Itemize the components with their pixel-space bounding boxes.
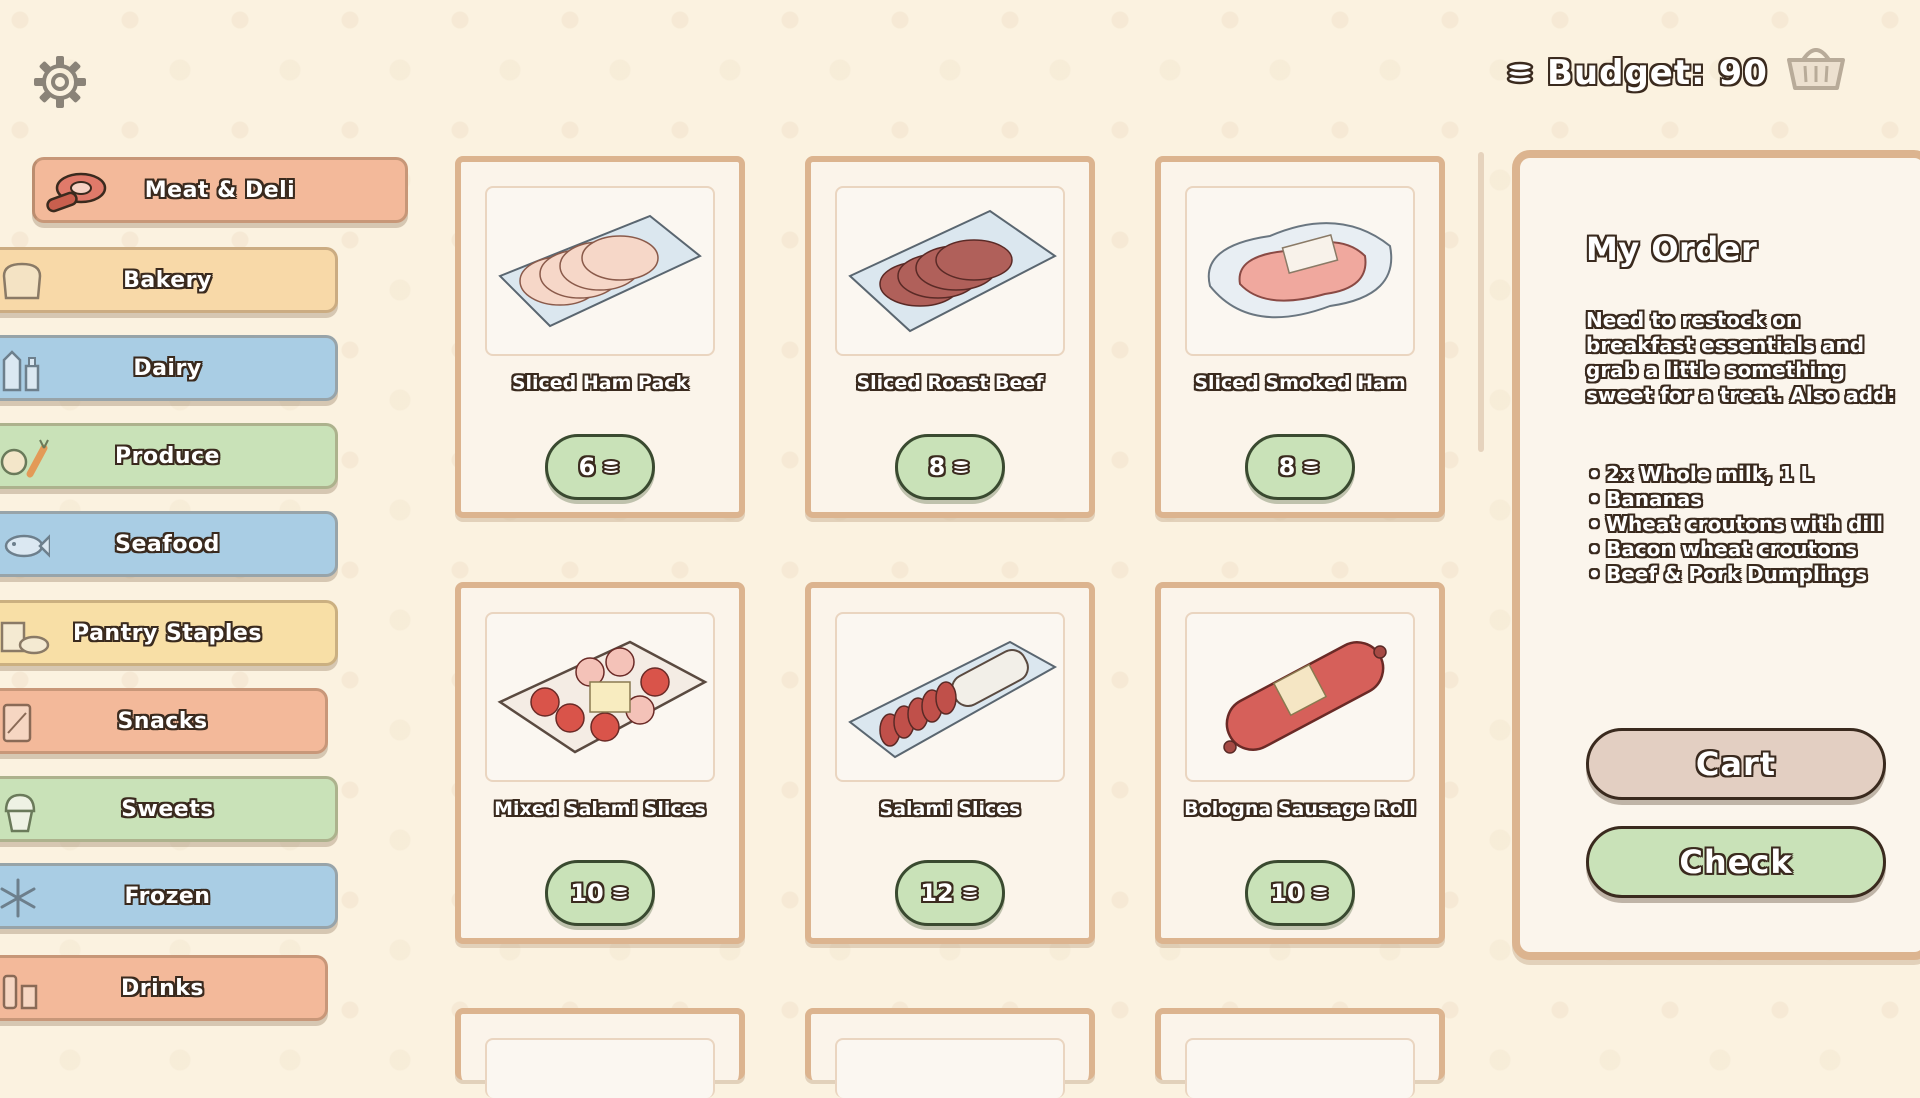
smoked-ham-image [1207, 222, 1393, 319]
bologna-image [1223, 641, 1387, 754]
category-pantry-staples[interactable]: Pantry Staples [0, 600, 338, 666]
price-value: 10 [570, 879, 604, 907]
category-label: Snacks [117, 708, 208, 734]
order-title: My Order [1586, 230, 1758, 268]
ham-pack-image [498, 214, 702, 328]
price-value: 8 [1278, 453, 1296, 481]
product-name: Sliced Smoked Ham [1194, 372, 1406, 394]
product-image-frame [835, 612, 1065, 782]
coins-icon [960, 885, 979, 901]
milk-icon [2, 350, 40, 392]
product-card[interactable] [1155, 1008, 1445, 1098]
price-button[interactable]: 8 [1245, 434, 1355, 500]
gear-icon[interactable] [30, 52, 90, 112]
order-item: 2x Whole milk, 1 L [1586, 462, 1906, 487]
salami-image [848, 640, 1058, 759]
check-button[interactable]: Check [1586, 826, 1886, 898]
product-card[interactable] [805, 1008, 1095, 1098]
product-card[interactable]: Sliced Smoked Ham 8 [1155, 156, 1445, 518]
category-sweets[interactable]: Sweets [0, 776, 338, 842]
category-label: Dairy [133, 355, 202, 381]
budget-display: Budget: 90 [1505, 48, 1768, 98]
product-card[interactable]: Mixed Salami Slices 10 [455, 582, 745, 944]
coins-icon [952, 459, 971, 475]
product-image-frame [485, 612, 715, 782]
budget-label: Budget: 90 [1547, 53, 1768, 93]
product-name: Sliced Roast Beef [856, 372, 1044, 394]
cart-button-label: Cart [1695, 745, 1777, 783]
category-bakery[interactable]: Bakery [0, 247, 338, 313]
category-meat-deli[interactable]: Meat & Deli [32, 157, 408, 223]
price-button[interactable]: 10 [1245, 860, 1355, 926]
product-image-frame [1185, 1038, 1415, 1098]
product-card[interactable]: Sliced Ham Pack 6 [455, 156, 745, 518]
product-scrollbar[interactable] [1478, 152, 1484, 452]
product-image-frame [485, 186, 715, 356]
category-label: Seafood [115, 531, 220, 557]
product-image-frame [835, 1038, 1065, 1098]
category-label: Pantry Staples [73, 620, 262, 646]
order-item: Beef & Pork Dumplings [1586, 562, 1906, 587]
basket-icon[interactable] [1785, 40, 1847, 92]
fish-icon [4, 534, 50, 558]
product-name: Mixed Salami Slices [494, 798, 706, 820]
category-label: Frozen [124, 883, 211, 909]
product-card[interactable] [455, 1008, 745, 1098]
order-list: 2x Whole milk, 1 L Bananas Wheat crouton… [1586, 462, 1906, 587]
price-value: 10 [1270, 879, 1304, 907]
product-name: Salami Slices [879, 798, 1021, 820]
price-button[interactable]: 10 [545, 860, 655, 926]
category-drinks[interactable]: Drinks [0, 955, 328, 1021]
mixed-salami-image [497, 640, 708, 754]
price-value: 12 [920, 879, 954, 907]
order-item: Bananas [1586, 487, 1906, 512]
bottles-icon [2, 974, 38, 1010]
roast-beef-image [848, 209, 1057, 333]
coins-icon [602, 459, 621, 475]
order-description: Need to restock on breakfast essentials … [1586, 308, 1896, 407]
category-seafood[interactable]: Seafood [0, 511, 338, 577]
product-name: Sliced Ham Pack [511, 372, 689, 394]
coins-icon [1302, 459, 1321, 475]
product-name: Bologna Sausage Roll [1184, 798, 1416, 820]
category-label: Produce [115, 443, 220, 469]
product-card[interactable]: Bologna Sausage Roll 10 [1155, 582, 1445, 944]
price-button[interactable]: 6 [545, 434, 655, 500]
category-frozen[interactable]: Frozen [0, 863, 338, 929]
category-dairy[interactable]: Dairy [0, 335, 338, 401]
order-panel: My Order Need to restock on breakfast es… [1512, 150, 1920, 960]
coins-icon [1310, 885, 1329, 901]
bread-icon [2, 262, 42, 300]
coins-icon [610, 885, 629, 901]
snowflake-icon [0, 878, 36, 918]
price-button[interactable]: 8 [895, 434, 1005, 500]
snack-icon [2, 703, 32, 743]
category-label: Bakery [123, 267, 212, 293]
product-image-frame [485, 1038, 715, 1098]
check-button-label: Check [1679, 843, 1793, 881]
category-label: Meat & Deli [144, 177, 296, 203]
steak-icon [46, 172, 107, 213]
product-image-frame [1185, 186, 1415, 356]
price-value: 6 [578, 453, 596, 481]
category-label: Sweets [121, 796, 214, 822]
product-image-frame [835, 186, 1065, 356]
apple-carrot-icon [0, 439, 49, 478]
product-image-frame [1185, 612, 1415, 782]
pantry-icon [0, 621, 50, 655]
product-card[interactable]: Sliced Roast Beef 8 [805, 156, 1095, 518]
order-item: Wheat croutons with dill [1586, 512, 1906, 537]
price-value: 8 [928, 453, 946, 481]
category-produce[interactable]: Produce [0, 423, 338, 489]
cupcake-icon [4, 793, 36, 833]
cart-button[interactable]: Cart [1586, 728, 1886, 800]
product-card[interactable]: Salami Slices 12 [805, 582, 1095, 944]
price-button[interactable]: 12 [895, 860, 1005, 926]
category-label: Drinks [120, 975, 205, 1001]
category-snacks[interactable]: Snacks [0, 688, 328, 754]
coins-icon [1506, 61, 1534, 85]
order-item: Bacon wheat croutons [1586, 537, 1906, 562]
